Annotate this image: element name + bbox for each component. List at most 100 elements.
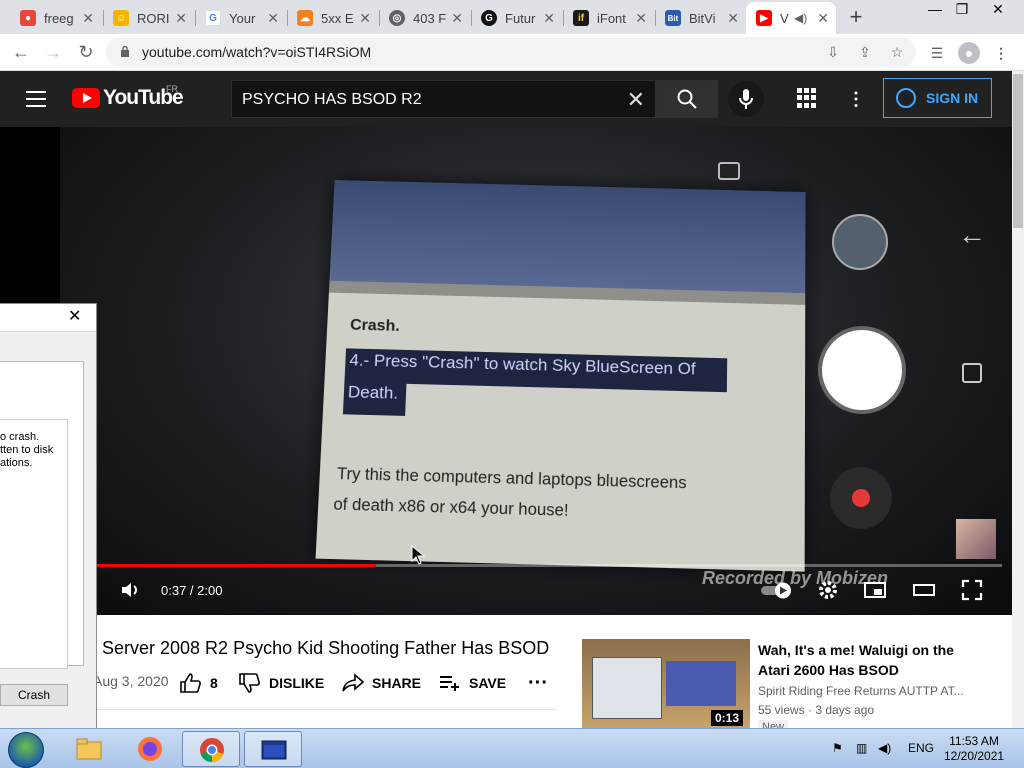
- back-icon[interactable]: ←: [9, 40, 33, 64]
- time-display: 0:37 / 2:00: [161, 583, 223, 598]
- dialog-message: o crash. tten to disk ations.: [0, 431, 54, 469]
- clear-search-icon[interactable]: ✕: [627, 87, 645, 113]
- speaker-icon[interactable]: ◀): [794, 11, 807, 25]
- taskbar-app-window[interactable]: [244, 731, 302, 767]
- browser-tab[interactable]: G Your ✕: [195, 4, 285, 32]
- wordpad-ribbon-image: [329, 180, 806, 300]
- scrollbar-thumb[interactable]: [1013, 74, 1023, 228]
- tab-title: freeg: [44, 10, 74, 26]
- recorder-avatar: [832, 214, 888, 270]
- dislike-button[interactable]: DISLIKE: [239, 672, 324, 694]
- share-arrow-icon: [342, 673, 364, 692]
- tray-flag-icon[interactable]: ⚑: [832, 741, 843, 755]
- window-close-button[interactable]: ✕: [981, 0, 1015, 20]
- recents-icon: [962, 363, 982, 383]
- browser-tab[interactable]: ● freeg ✕: [10, 4, 100, 32]
- new-tab-button[interactable]: +: [843, 6, 869, 30]
- browser-menu-icon[interactable]: ⋮: [990, 42, 1012, 64]
- close-icon[interactable]: ✕: [82, 10, 94, 27]
- browser-tab-active[interactable]: ▶ V ◀) ✕: [746, 2, 836, 34]
- window-app-icon: [261, 740, 287, 760]
- tray-clock[interactable]: 11:53 AM 12/20/2021: [944, 734, 1004, 764]
- browser-tab[interactable]: ☁ 5xx E ✕: [287, 4, 377, 32]
- profile-icon[interactable]: ●: [958, 42, 980, 64]
- video-date: Aug 3, 2020: [93, 673, 169, 689]
- close-icon[interactable]: ✕: [543, 10, 555, 27]
- divider: [97, 709, 557, 710]
- reload-icon[interactable]: ↻: [74, 40, 98, 64]
- close-icon[interactable]: ✕: [68, 306, 81, 326]
- tab-title: BitVi: [689, 10, 716, 26]
- voice-search-button[interactable]: [728, 81, 764, 117]
- close-icon[interactable]: ✕: [451, 10, 463, 27]
- dialog-titlebar[interactable]: ✕: [0, 304, 96, 332]
- fullscreen-icon[interactable]: [961, 579, 983, 601]
- windows-taskbar: ⚑ ▥ ◀) ENG 11:53 AM 12/20/2021: [0, 728, 1024, 768]
- screen-text-crash: Crash.: [349, 316, 401, 335]
- search-button[interactable]: [656, 80, 718, 118]
- menu-icon[interactable]: [26, 91, 46, 107]
- recommendation-channel[interactable]: Spirit Riding Free Returns AUTTP AT...: [758, 684, 964, 698]
- share-button[interactable]: SHARE: [342, 672, 421, 694]
- taskbar-explorer[interactable]: [60, 731, 118, 767]
- crash-button[interactable]: Crash: [0, 684, 68, 706]
- close-icon[interactable]: ✕: [817, 10, 829, 27]
- recommendation-views: 55 views · 3 days ago: [758, 703, 875, 717]
- address-bar[interactable]: youtube.com/watch?v=oiSTI4RSiOM ⇩ ⇪ ☆: [106, 37, 916, 67]
- google-icon: G: [205, 10, 221, 26]
- close-icon[interactable]: ✕: [175, 10, 187, 27]
- youtube-logo-icon[interactable]: [72, 88, 100, 108]
- screen-text-try-cont: of death x86 or x64 your house!: [333, 495, 569, 520]
- tab-title: 403 F: [413, 10, 447, 26]
- save-button[interactable]: SAVE: [439, 672, 506, 694]
- recommendation-title[interactable]: Wah, It's a me! Waluigi on the Atari 260…: [758, 640, 973, 680]
- video-title: Server 2008 R2 Psycho Kid Shooting Fathe…: [102, 638, 550, 658]
- tray-language[interactable]: ENG: [908, 741, 934, 755]
- progress-played: [97, 564, 376, 567]
- browser-tab[interactable]: if iFont ✕: [563, 4, 653, 32]
- dislike-label: DISLIKE: [269, 675, 325, 691]
- browser-tab[interactable]: G Futur ✕: [471, 4, 561, 32]
- close-icon[interactable]: ✕: [635, 10, 647, 27]
- globe-icon: ◎: [389, 10, 405, 26]
- settings-menu-icon[interactable]: ⋮: [846, 88, 866, 110]
- miniplayer-icon[interactable]: [864, 579, 886, 601]
- settings-gear-icon[interactable]: [817, 579, 839, 601]
- browser-tab[interactable]: ◎ 403 F ✕: [379, 4, 469, 32]
- recorder-shutter-icon: [822, 330, 902, 410]
- save-label: SAVE: [469, 675, 507, 691]
- sign-in-button[interactable]: SIGN IN: [883, 78, 992, 118]
- tray-network-icon[interactable]: ▥: [856, 741, 867, 755]
- restore-button[interactable]: ❐: [945, 0, 979, 20]
- bookmark-star-icon[interactable]: ☆: [888, 43, 906, 61]
- video-screen-content: Crash. 4.- Press "Crash" to watch Sky Bl…: [315, 180, 806, 572]
- browser-tab[interactable]: Bit BitVi ✕: [655, 4, 745, 32]
- start-button-icon[interactable]: [8, 732, 44, 768]
- install-icon[interactable]: ⇩: [824, 43, 842, 61]
- close-icon[interactable]: ✕: [359, 10, 371, 27]
- tab-title: RORI: [137, 10, 170, 26]
- tray-volume-icon[interactable]: ◀): [878, 741, 891, 755]
- media-control-icon[interactable]: ☰: [926, 42, 948, 64]
- autoplay-toggle-icon[interactable]: [759, 579, 795, 601]
- apps-grid-icon[interactable]: [797, 88, 817, 108]
- playlist-add-icon: [440, 676, 459, 691]
- youtube-header: YouTube FR PSYCHO HAS BSOD R2 ✕ ⋮ SIGN I…: [0, 71, 1012, 127]
- volume-icon[interactable]: [120, 579, 142, 601]
- share-icon[interactable]: ⇪: [856, 43, 874, 61]
- video-player[interactable]: Crash. 4.- Press "Crash" to watch Sky Bl…: [0, 127, 1012, 615]
- cloud-icon: ☁: [297, 10, 313, 26]
- taskbar-chrome[interactable]: [182, 731, 240, 767]
- taskbar-firefox[interactable]: [121, 731, 179, 767]
- share-label: SHARE: [372, 675, 422, 691]
- close-icon[interactable]: ✕: [267, 10, 279, 27]
- search-input[interactable]: PSYCHO HAS BSOD R2 ✕: [231, 80, 656, 118]
- browser-tab[interactable]: ☺ RORI ✕: [103, 4, 193, 32]
- tab-title: Your: [229, 10, 256, 26]
- close-icon[interactable]: ✕: [727, 10, 739, 27]
- forward-icon[interactable]: →: [41, 40, 65, 64]
- youtube-icon: ▶: [756, 10, 772, 26]
- theater-mode-icon[interactable]: [913, 579, 935, 601]
- like-button[interactable]: 8: [180, 672, 218, 694]
- more-actions-icon[interactable]: ···: [528, 672, 548, 694]
